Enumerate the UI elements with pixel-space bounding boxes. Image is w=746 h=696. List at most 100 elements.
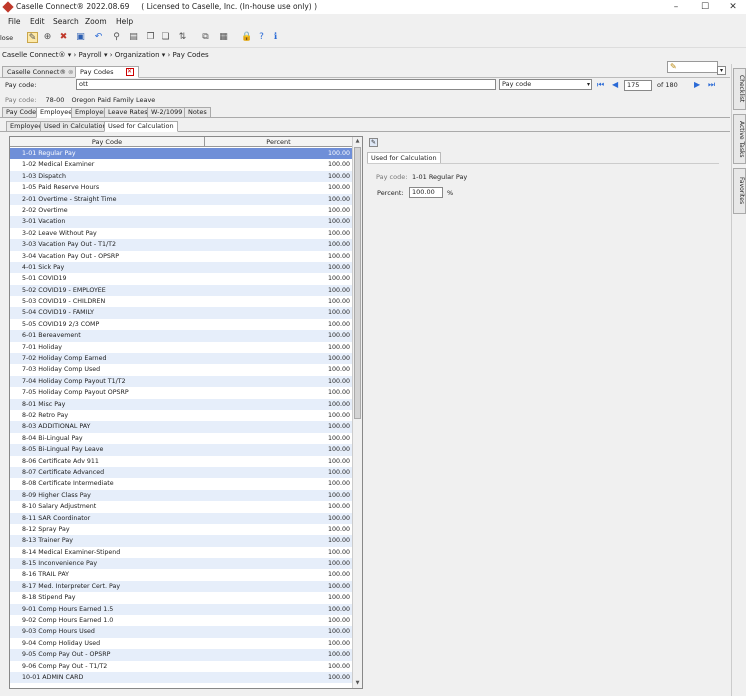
- table-row[interactable]: 2-01 Overtime - Straight Time 100.00: [10, 193, 353, 205]
- table-row[interactable]: 8-07 Certificate Advanced 100.00: [10, 466, 353, 479]
- breadcrumb-payroll[interactable]: Payroll: [79, 51, 102, 59]
- table-row[interactable]: 5-04 COVID19 - FAMILY 100.00: [10, 307, 353, 319]
- report-icon[interactable]: ▦: [218, 32, 229, 43]
- table-row[interactable]: 3-03 Vacation Pay Out - T1/T2 100.00: [10, 239, 353, 251]
- table-row[interactable]: 9-05 Comp Pay Out - OPSRP 100.00: [10, 649, 353, 661]
- table-row[interactable]: 8-01 Misc Pay 100.00: [10, 398, 353, 410]
- save-icon[interactable]: ▣: [75, 32, 86, 43]
- table-row[interactable]: 5-01 COVID19 100.00: [10, 273, 353, 285]
- columns-icon[interactable]: ▤: [128, 32, 139, 43]
- chevron-down-icon[interactable]: ▾ ›: [162, 51, 173, 59]
- column-header-percent[interactable]: Percent: [205, 137, 353, 147]
- table-row[interactable]: 8-10 Salary Adjustment 100.00: [10, 501, 353, 513]
- delete-icon[interactable]: ✖: [58, 32, 69, 43]
- menu-edit[interactable]: Edit: [30, 17, 45, 26]
- table-row[interactable]: 8-14 Medical Examiner-Stipend 100.00: [10, 546, 353, 559]
- table-row[interactable]: 9-03 Comp Hours Used 100.00: [10, 626, 353, 638]
- table-row[interactable]: 9-04 Comp Holiday Used 100.00: [10, 637, 353, 650]
- detail-edit-icon[interactable]: ✎: [369, 138, 378, 147]
- new-record-icon[interactable]: ⊕: [42, 32, 53, 43]
- menu-search[interactable]: Search: [53, 17, 79, 26]
- breadcrumb-organization[interactable]: Organization: [115, 51, 160, 59]
- close-window-icon[interactable]: ✕: [722, 0, 744, 14]
- sidebar-tab-active-tasks[interactable]: Active Tasks: [733, 114, 746, 164]
- record-number-input[interactable]: 175: [624, 80, 652, 91]
- vertical-scrollbar[interactable]: ▲ ▼: [352, 137, 362, 688]
- tab-w2-1099[interactable]: W-2/1099: [147, 107, 187, 118]
- menu-file[interactable]: File: [8, 17, 21, 26]
- table-row[interactable]: 1-03 Dispatch 100.00: [10, 170, 353, 183]
- prev-record-icon[interactable]: ◀: [612, 79, 618, 90]
- last-record-icon[interactable]: ⏭: [708, 79, 715, 90]
- table-row[interactable]: 5-02 COVID19 - EMPLOYEE 100.00: [10, 284, 353, 297]
- tab-leave-rates[interactable]: Leave Rates: [104, 107, 152, 118]
- table-row[interactable]: 8-04 Bi-Lingual Pay 100.00: [10, 432, 353, 445]
- table-row[interactable]: 9-01 Comp Hours Earned 1.5 100.00: [10, 603, 353, 616]
- tab-used-for-calculation[interactable]: Used for Calculation: [104, 121, 178, 132]
- table-row[interactable]: 1-01 Regular Pay 100.00: [10, 148, 353, 160]
- close-tab-icon[interactable]: ✕: [125, 68, 134, 76]
- search-field-select[interactable]: Pay code ▾: [499, 79, 592, 90]
- table-row[interactable]: 8-17 Med. Interpreter Cert. Pay 100.00: [10, 580, 353, 593]
- tab-notes[interactable]: Notes: [184, 107, 211, 118]
- table-row[interactable]: 4-01 Sick Pay 100.00: [10, 261, 353, 274]
- scroll-up-icon[interactable]: ▲: [353, 137, 362, 146]
- table-row[interactable]: 5-05 COVID19 2/3 COMP 100.00: [10, 318, 353, 331]
- minimize-icon[interactable]: –: [665, 0, 687, 14]
- lock-icon[interactable]: 🔒: [241, 32, 252, 43]
- tab-caselle-connect[interactable]: Caselle Connect® ⊗: [2, 66, 79, 78]
- copy-icon[interactable]: ❐: [145, 32, 156, 43]
- table-row[interactable]: 7-05 Holiday Comp Payout OPSRP 100.00: [10, 387, 353, 399]
- table-row[interactable]: 7-01 Holiday 100.00: [10, 341, 353, 354]
- sidebar-tab-checklist[interactable]: Checklist: [733, 68, 746, 110]
- tab-list-chevron-icon[interactable]: ▾: [717, 66, 726, 75]
- help-icon[interactable]: ?: [256, 32, 267, 43]
- close-button[interactable]: lose: [0, 34, 13, 42]
- table-row[interactable]: 7-04 Holiday Comp Payout T1/T2 100.00: [10, 375, 353, 388]
- table-row[interactable]: 2-02 Overtime 100.00: [10, 204, 353, 217]
- first-record-icon[interactable]: ⏮: [597, 79, 604, 90]
- info-icon[interactable]: ℹ: [270, 32, 281, 43]
- undo-icon[interactable]: ↶: [93, 32, 104, 43]
- table-row[interactable]: 8-13 Trainer Pay 100.00: [10, 535, 353, 547]
- tab-pay-codes[interactable]: Pay Codes ✕: [75, 66, 139, 78]
- search-input[interactable]: ott: [76, 79, 496, 90]
- table-row[interactable]: 7-02 Holiday Comp Earned 100.00: [10, 353, 353, 365]
- table-row[interactable]: 8-09 Higher Class Pay 100.00: [10, 489, 353, 502]
- chevron-down-icon[interactable]: ▾ ›: [68, 51, 79, 59]
- table-row[interactable]: 8-02 Retro Pay 100.00: [10, 409, 353, 422]
- close-tab-icon[interactable]: ⊗: [68, 68, 73, 76]
- table-row[interactable]: 1-02 Medical Examiner 100.00: [10, 159, 353, 171]
- table-row[interactable]: 3-01 Vacation 100.00: [10, 216, 353, 228]
- table-row[interactable]: 8-08 Certificate Intermediate 100.00: [10, 478, 353, 490]
- table-row[interactable]: 1-05 Paid Reserve Hours 100.00: [10, 182, 353, 194]
- scrollbar-thumb[interactable]: [354, 147, 361, 419]
- breadcrumb-paycodes[interactable]: Pay Codes: [173, 51, 209, 59]
- tab-used-for-calculation-detail[interactable]: Used for Calculation: [367, 152, 441, 163]
- table-row[interactable]: 8-11 SAR Coordinator 100.00: [10, 512, 353, 524]
- table-row[interactable]: 8-18 Stipend Pay 100.00: [10, 592, 353, 604]
- tab-pay-code[interactable]: Pay Code: [2, 107, 41, 118]
- table-row[interactable]: 3-04 Vacation Pay Out - OPSRP 100.00: [10, 250, 353, 262]
- table-row[interactable]: 8-06 Certificate Adv 911 100.00: [10, 455, 353, 467]
- maximize-icon[interactable]: ☐: [694, 0, 716, 14]
- window-icon[interactable]: ⧉: [200, 32, 211, 43]
- table-row[interactable]: 8-05 Bi-Lingual Pay Leave 100.00: [10, 444, 353, 456]
- table-row[interactable]: 9-06 Comp Pay Out - T1/T2 100.00: [10, 660, 353, 672]
- binoculars-icon[interactable]: ⚲: [111, 32, 122, 43]
- breadcrumb-app[interactable]: Caselle Connect®: [2, 51, 66, 59]
- table-row[interactable]: 8-12 Spray Pay 100.00: [10, 523, 353, 536]
- paste-icon[interactable]: ❏: [160, 32, 171, 43]
- chevron-down-icon[interactable]: ▾ ›: [104, 51, 115, 59]
- menu-zoom[interactable]: Zoom: [85, 17, 107, 26]
- table-row[interactable]: 6-01 Bereavement 100.00: [10, 330, 353, 342]
- edit-pencil-icon[interactable]: ✎: [27, 32, 38, 43]
- table-row[interactable]: 9-02 Comp Hours Earned 1.0 100.00: [10, 615, 353, 627]
- percent-input[interactable]: 100.00: [409, 187, 443, 198]
- table-row[interactable]: 8-15 Inconvenience Pay 100.00: [10, 558, 353, 570]
- menu-help[interactable]: Help: [116, 17, 133, 26]
- table-row[interactable]: 3-02 Leave Without Pay 100.00: [10, 227, 353, 240]
- sort-icon[interactable]: ⇅: [177, 32, 188, 43]
- sidebar-tab-favorites[interactable]: Favorites: [733, 168, 746, 214]
- next-record-icon[interactable]: ▶: [694, 79, 700, 90]
